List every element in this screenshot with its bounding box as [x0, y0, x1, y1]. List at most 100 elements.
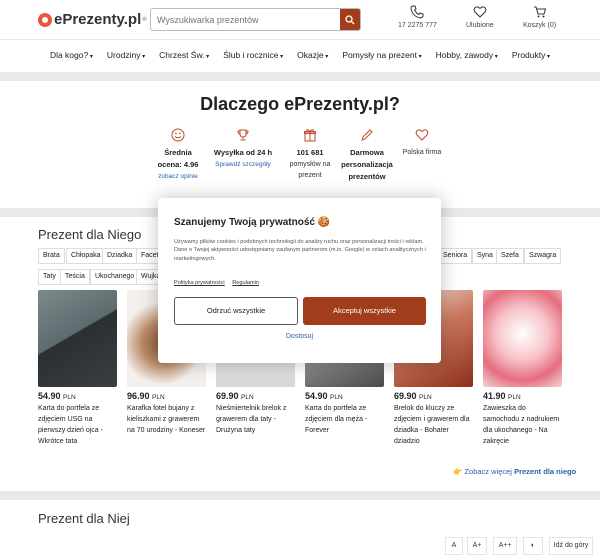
chip-ukochanego[interactable]: Ukochanego: [90, 269, 140, 285]
cart-icon: [533, 6, 546, 18]
terms-link[interactable]: Regulamin: [232, 280, 259, 286]
heart-icon: [473, 6, 487, 18]
product-name[interactable]: Zawieszka do samochodu z nadrukiem dla u…: [483, 403, 562, 447]
why-polish-company: Polska firma: [398, 128, 446, 158]
search-box: [150, 8, 361, 31]
why-personalization: Darmowa personalizacja prezentów: [338, 128, 396, 183]
chip-dziadka[interactable]: Dziadka: [102, 248, 138, 264]
product-price: 54.90 PLN: [38, 391, 117, 401]
price-currency: PLN: [419, 394, 432, 401]
section-divider: [0, 72, 600, 81]
product-name[interactable]: Karta do portfela ze zdjęciem USG na pie…: [38, 403, 117, 447]
why-ideas: 101 681 pomysłów na prezent: [284, 128, 336, 181]
cart-link[interactable]: Koszyk (0): [523, 5, 556, 29]
price-currency: PLN: [508, 394, 521, 401]
product-image[interactable]: [483, 290, 562, 387]
price-value: 96.90: [127, 391, 150, 401]
search-icon: [345, 14, 355, 24]
section-title-him: Prezent dla Niego: [38, 227, 142, 242]
why-ideas-count: 101 681: [296, 148, 324, 157]
product-name[interactable]: Karafka fotel bujany z kieliszkami z gra…: [127, 403, 206, 436]
why-rating-line2: ocena: 4.96: [157, 160, 199, 169]
price-value: 54.90: [38, 391, 61, 401]
logo[interactable]: ePrezenty.pl ®: [38, 11, 147, 28]
why-title: Dlaczego ePrezenty.pl?: [200, 94, 400, 114]
search-button[interactable]: [340, 9, 360, 30]
font-size-large-button[interactable]: A+: [467, 537, 487, 555]
see-more-prefix: Zobacz więcej: [464, 467, 512, 476]
nav-item-hobby[interactable]: Hobby, zawody: [436, 50, 498, 60]
nav-item-pomysly[interactable]: Pomysły na prezent: [342, 50, 421, 60]
nav-item-slub[interactable]: Ślub i rocznice: [223, 50, 283, 60]
search-input[interactable]: [151, 9, 341, 30]
trophy-icon: [237, 129, 249, 141]
smile-icon: [171, 128, 185, 142]
privacy-policy-link[interactable]: Polityka prywatności: [174, 280, 225, 286]
why-rating-line1: Średnia: [164, 148, 192, 157]
cookie-consent-modal: Szanujemy Twoją prywatność 🍪 Używamy pli…: [158, 198, 441, 363]
favorites-link[interactable]: Ulubione: [466, 5, 494, 29]
nav-item-produkty[interactable]: Produkty: [512, 50, 550, 60]
phone-icon: [410, 5, 424, 19]
price-value: 54.90: [305, 391, 328, 401]
chip-szefa[interactable]: Szefa: [496, 248, 524, 264]
nav-item-urodziny[interactable]: Urodziny: [107, 50, 145, 60]
back-to-top-button[interactable]: Idź do góry: [549, 537, 593, 555]
why-personalization-line3: prezentów: [348, 172, 386, 181]
chip-syna[interactable]: Syna: [472, 248, 498, 264]
cookie-title: Szanujemy Twoją prywatność 🍪: [174, 217, 331, 228]
nav-item-dla-kogo[interactable]: Dla kogo?: [50, 50, 93, 60]
customize-link[interactable]: Dostosuj: [158, 333, 441, 340]
phone-link[interactable]: 17 2275 777: [398, 5, 437, 29]
why-shipping-link[interactable]: Sprawdź szczegóły: [210, 161, 276, 168]
accept-all-button[interactable]: Akceptuj wszystkie: [303, 297, 426, 325]
product-name[interactable]: Brelok do kluczy ze zdjęciem i grawerem …: [394, 403, 473, 447]
font-size-xlarge-button[interactable]: A++: [493, 537, 517, 555]
why-shipping-line1: Wysyłka od 24 h: [213, 148, 273, 157]
chip-seniora[interactable]: Seniora: [438, 248, 473, 264]
product-price: 69.90 PLN: [394, 391, 473, 401]
phone-number: 17 2275 777: [398, 22, 437, 29]
price-currency: PLN: [241, 394, 254, 401]
logo-icon: [38, 12, 52, 27]
nav-item-okazje[interactable]: Okazje: [297, 50, 328, 60]
font-size-normal-button[interactable]: A: [445, 537, 463, 555]
reject-all-button[interactable]: Odrzuć wszystkie: [174, 297, 298, 325]
product-price: 41.90 PLN: [483, 391, 562, 401]
nav-item-chrzest[interactable]: Chrzest Św.: [159, 50, 209, 60]
why-ideas-line3: prezent: [298, 172, 322, 179]
gift-icon: [304, 129, 316, 142]
chip-brata[interactable]: Brata: [38, 248, 65, 264]
product-name[interactable]: Karta do portfela ze zdjęciem dla męża -…: [305, 403, 384, 436]
why-rating-link[interactable]: zobacz opinie: [150, 173, 206, 180]
contrast-icon[interactable]: ◐: [523, 537, 543, 555]
chip-taty[interactable]: Taty: [38, 269, 61, 285]
see-more-link[interactable]: 👉 Zobacz więcej Prezent dla niego: [453, 467, 576, 476]
product-card[interactable]: 54.90 PLN Karta do portfela ze zdjęciem …: [38, 290, 117, 447]
product-name[interactable]: Nieśmiertelnik brelok z grawerem dla tat…: [216, 403, 295, 436]
product-price: 96.90 PLN: [127, 391, 206, 401]
chip-szwagra[interactable]: Szwagra: [524, 248, 562, 264]
see-more-bold: Prezent dla niego: [514, 467, 577, 476]
main-nav: Dla kogo? Urodziny Chrzest Św. Ślub i ro…: [0, 41, 600, 69]
why-polish-label: Polska firma: [402, 149, 442, 156]
price-value: 41.90: [483, 391, 506, 401]
why-shipping: Wysyłka od 24 h Sprawdź szczegóły: [210, 128, 276, 168]
cookie-links: Polityka prywatności Regulamin: [174, 280, 265, 286]
price-currency: PLN: [63, 394, 76, 401]
favorites-label: Ulubione: [466, 22, 494, 29]
hand-icon: 👉: [453, 467, 463, 476]
why-ideas-line2: pomysłów na: [289, 161, 331, 168]
price-value: 69.90: [394, 391, 417, 401]
section-divider: [0, 491, 600, 500]
price-currency: PLN: [152, 394, 165, 401]
price-currency: PLN: [330, 394, 343, 401]
product-image[interactable]: [38, 290, 117, 387]
chip-chlopaka[interactable]: Chłopaka: [66, 248, 106, 264]
chip-tescia[interactable]: Teścia: [60, 269, 90, 285]
pen-icon: [361, 129, 373, 141]
heart-outline-icon: [415, 129, 429, 141]
cookie-text: Używamy plików cookies i podobnych techn…: [174, 239, 426, 262]
logo-registered: ®: [142, 16, 147, 23]
product-card[interactable]: 41.90 PLN Zawieszka do samochodu z nadru…: [483, 290, 562, 447]
